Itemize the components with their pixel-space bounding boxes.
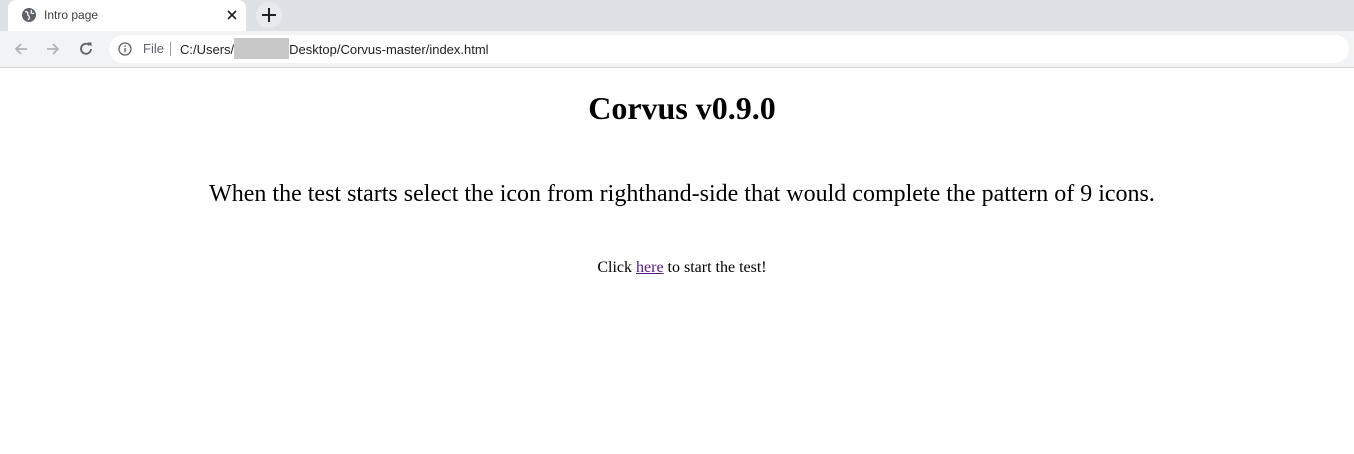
address-bar[interactable]: File C:/Users/Desktop/Corvus-master/inde… [109,35,1349,63]
tab-intro-page[interactable]: Intro page [8,0,246,31]
start-suffix: to start the test! [667,259,767,276]
scheme-label: File [143,41,164,56]
new-tab-button[interactable] [256,2,282,28]
url-suffix: Desktop/Corvus-master/index.html [289,41,489,57]
browser-toolbar: File C:/Users/Desktop/Corvus-master/inde… [0,31,1354,68]
page-title: Corvus v0.9.0 [588,90,776,126]
page-content: Corvus v0.9.0 When the test starts selec… [0,68,1354,454]
globe-icon [22,8,36,22]
reload-icon[interactable] [77,40,95,58]
start-prefix: Click [597,259,633,276]
instructions-text: When the test starts select the icon fro… [209,181,1155,207]
url-prefix: C:/Users/ [180,41,235,57]
omnibox-separator [170,42,171,56]
redacted-username [234,38,290,59]
plus-icon [262,8,276,22]
arrow-left-icon[interactable] [12,40,30,58]
start-line: Click here to start the test! [0,258,1354,278]
arrow-right-icon[interactable] [44,40,62,58]
url-text[interactable]: C:/Users/Desktop/Corvus-master/index.htm… [180,38,489,59]
start-test-link[interactable]: here [636,259,664,276]
tab-strip: Intro page [0,0,1354,31]
info-icon[interactable] [118,42,132,56]
tab-title: Intro page [44,8,99,22]
close-icon[interactable] [224,7,240,23]
